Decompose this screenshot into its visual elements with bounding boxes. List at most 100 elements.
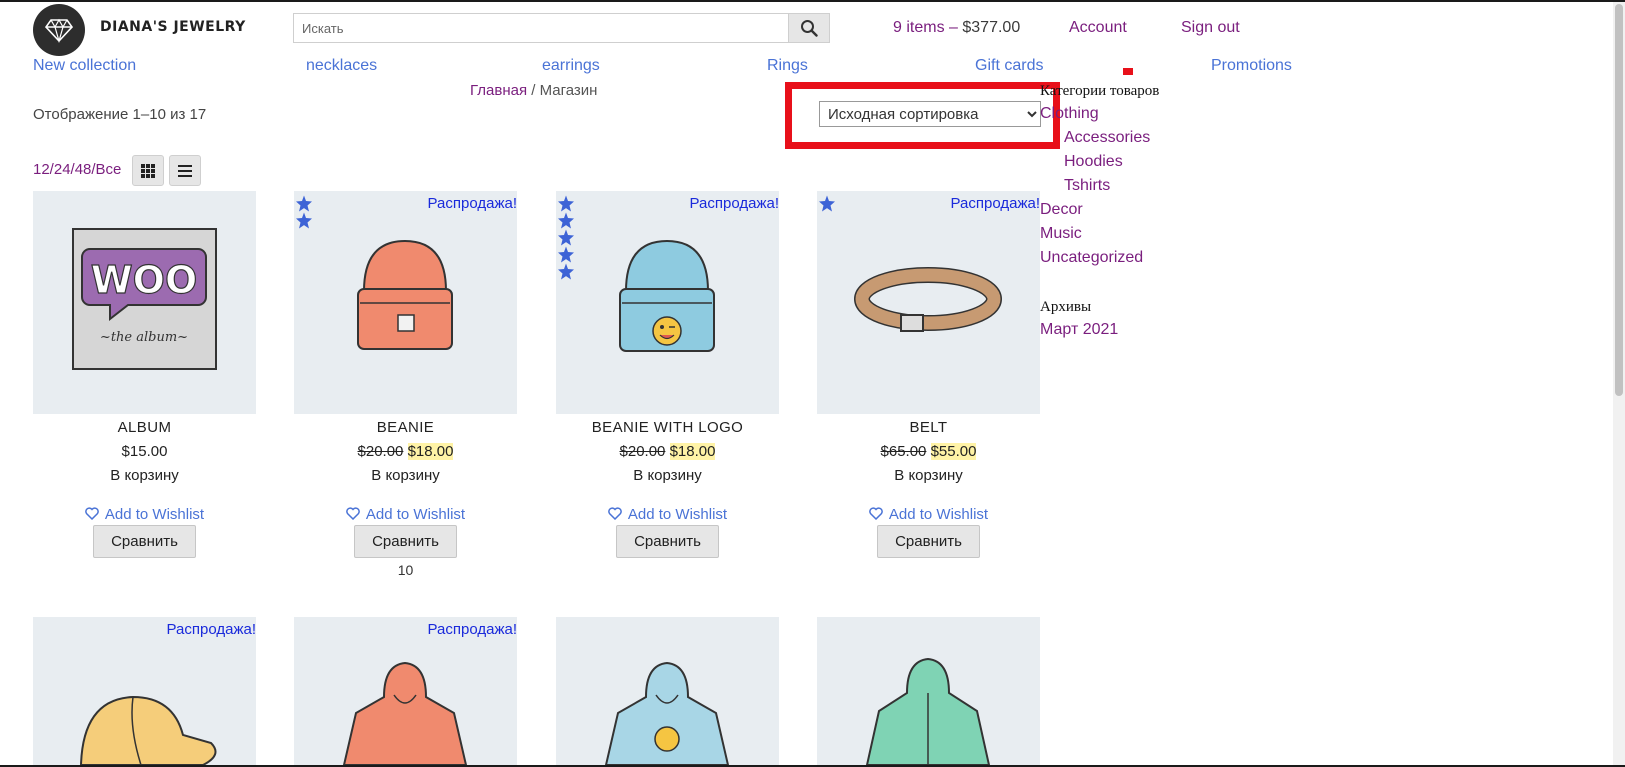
price-current: $15.00 (121, 443, 168, 460)
rating-stars (296, 195, 312, 229)
category-hoodies[interactable]: Hoodies (1064, 153, 1123, 171)
diamond-logo-icon[interactable] (33, 4, 85, 56)
product-name[interactable]: BEANIE (294, 419, 517, 436)
rating-stars (558, 195, 574, 280)
price-sale: $18.00 (669, 443, 716, 460)
grid-icon (141, 163, 155, 178)
search-input[interactable] (293, 13, 789, 43)
nav-gift-cards[interactable]: Gift cards (975, 57, 1043, 75)
wishlist-label: Add to Wishlist (627, 506, 728, 523)
star-icon (819, 195, 835, 212)
wishlist-label: Add to Wishlist (888, 506, 989, 523)
star-icon (558, 212, 574, 229)
category-accessories[interactable]: Accessories (1064, 129, 1150, 147)
star-icon (558, 246, 574, 263)
price-old: $20.00 (357, 443, 404, 460)
star-icon (558, 263, 574, 280)
cap-icon (79, 695, 217, 765)
product-image[interactable] (817, 191, 1040, 414)
sale-badge: Распродажа! (427, 195, 517, 212)
scrollbar-thumb[interactable] (1615, 4, 1623, 396)
price-old: $65.00 (880, 443, 927, 460)
wishlist-label: Add to Wishlist (104, 506, 205, 523)
add-to-cart-button[interactable]: В корзину (33, 467, 256, 484)
product-price: $15.00 (33, 443, 256, 460)
nav-promotions[interactable]: Promotions (1211, 57, 1292, 75)
grid-view-button[interactable] (132, 155, 164, 186)
compare-button[interactable]: Сравнить (93, 525, 196, 558)
cart-total: $377.00 (962, 19, 1021, 36)
beanie-icon (357, 239, 453, 350)
result-count: Отображение 1–10 из 17 (33, 106, 207, 123)
cart-separator: – (944, 19, 963, 36)
wishlist-label: Add to Wishlist (365, 506, 466, 523)
sale-badge: Распродажа! (427, 621, 517, 638)
site-title[interactable]: DIANA'S JEWELRY (100, 19, 246, 35)
archive-march-2021[interactable]: Март 2021 (1040, 321, 1118, 339)
nav-necklaces[interactable]: necklaces (306, 57, 377, 75)
sale-badge: Распродажа! (689, 195, 779, 212)
add-to-cart-button[interactable]: В корзину (294, 467, 517, 484)
belt-icon (854, 267, 1002, 332)
nav-earrings[interactable]: earrings (542, 57, 600, 75)
nav-new-collection[interactable]: New collection (33, 57, 136, 75)
star-icon (558, 229, 574, 246)
category-decor[interactable]: Decor (1040, 201, 1083, 219)
archives-heading: Архивы (1040, 299, 1092, 315)
hoodie-icon (342, 661, 468, 765)
add-to-wishlist-link[interactable]: Add to Wishlist (556, 506, 779, 523)
svg-text:WOO: WOO (91, 258, 198, 302)
compare-button[interactable]: Сравнить (616, 525, 719, 558)
svg-text:~the album~: ~the album~ (100, 330, 188, 345)
compare-button[interactable]: Сравнить (877, 525, 980, 558)
star-icon (296, 195, 312, 212)
add-to-cart-button[interactable]: В корзину (817, 467, 1040, 484)
compare-button[interactable]: Сравнить (354, 525, 457, 558)
zip-hoodie-icon (865, 657, 991, 765)
rating-stars (819, 195, 835, 212)
category-uncategorized[interactable]: Uncategorized (1040, 249, 1143, 267)
cart-link[interactable]: 9 items – $377.00 (893, 19, 1020, 37)
add-to-wishlist-link[interactable]: Add to Wishlist (33, 506, 256, 523)
product-image[interactable] (817, 617, 1040, 765)
hoodie-logo-icon (604, 661, 730, 765)
breadcrumb-home[interactable]: Главная (470, 82, 527, 99)
price-sale: $55.00 (930, 443, 977, 460)
product-image[interactable] (556, 191, 779, 414)
breadcrumb-current: Магазин (539, 82, 598, 99)
heart-icon (346, 507, 360, 521)
product-price: $20.00 $18.00 (556, 443, 779, 460)
account-link[interactable]: Account (1069, 19, 1127, 37)
product-image[interactable] (294, 617, 517, 765)
list-icon (178, 164, 192, 177)
product-extra-number: 10 (397, 562, 414, 578)
product-name[interactable]: ALBUM (33, 419, 256, 436)
list-view-button[interactable] (169, 155, 201, 186)
add-to-wishlist-link[interactable]: Add to Wishlist (294, 506, 517, 523)
product-name[interactable]: BELT (817, 419, 1040, 436)
cart-count: 9 items (893, 19, 945, 36)
top-border (0, 0, 1625, 2)
add-to-wishlist-link[interactable]: Add to Wishlist (817, 506, 1040, 523)
per-page-links[interactable]: 12/24/48/Все (33, 161, 121, 178)
heart-icon (608, 507, 622, 521)
product-name[interactable]: BEANIE WITH LOGO (556, 419, 779, 436)
sort-select[interactable]: Исходная сортировка (819, 101, 1041, 127)
category-clothing[interactable]: Clothing (1040, 105, 1099, 123)
signout-link[interactable]: Sign out (1181, 19, 1240, 37)
product-price: $65.00 $55.00 (817, 443, 1040, 460)
product-price: $20.00 $18.00 (294, 443, 517, 460)
category-tshirts[interactable]: Tshirts (1064, 177, 1110, 195)
product-image[interactable] (556, 617, 779, 765)
product-image[interactable] (33, 617, 256, 765)
search-button[interactable] (788, 13, 830, 43)
beanie-logo-icon (619, 239, 715, 352)
add-to-cart-button[interactable]: В корзину (556, 467, 779, 484)
product-image[interactable]: WOO ~the album~ (33, 191, 256, 414)
nav-rings[interactable]: Rings (767, 57, 808, 75)
album-cover-icon: WOO ~the album~ (72, 228, 217, 370)
product-image[interactable] (294, 191, 517, 414)
heart-icon (85, 507, 99, 521)
category-music[interactable]: Music (1040, 225, 1082, 243)
search-icon (801, 20, 818, 37)
